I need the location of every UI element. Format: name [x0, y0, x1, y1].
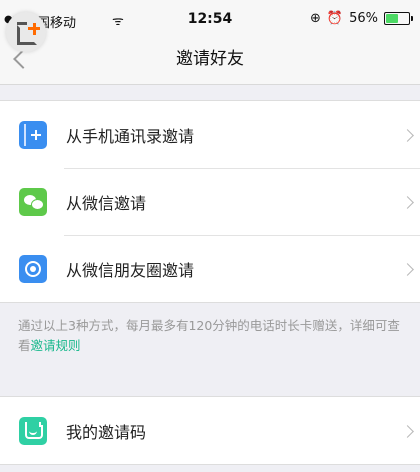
wechat-icon	[19, 188, 47, 216]
moments-icon	[19, 255, 47, 283]
invite-wechat-row[interactable]: 从微信邀请	[0, 168, 420, 235]
my-invite-code-label: 我的邀请码	[66, 423, 147, 442]
rotation-lock-icon: ⊕	[310, 11, 321, 26]
battery-percent: 56%	[349, 11, 378, 26]
invite-code-icon	[19, 417, 47, 445]
plus-icon-vertical	[32, 22, 36, 35]
chevron-right-icon	[401, 129, 414, 142]
chevron-right-icon	[401, 425, 414, 438]
invite-moments-row[interactable]: 从微信朋友圈邀请	[0, 235, 420, 302]
invite-options-group: 从手机通讯录邀请 从微信邀请 从微信朋友圈邀请	[0, 100, 420, 303]
invite-rules-link[interactable]: 邀请规则	[31, 338, 81, 353]
my-code-group: 我的邀请码	[0, 396, 420, 465]
contacts-icon	[19, 121, 47, 149]
alarm-icon: ⏰	[326, 11, 344, 26]
chevron-right-icon	[401, 263, 414, 276]
my-invite-code-row[interactable]: 我的邀请码	[0, 397, 420, 464]
battery-fill	[386, 14, 398, 23]
invite-note: 通过以上3种方式，每月最多有120分钟的电话时长卡赠送，详细可查看邀请规则	[18, 316, 410, 356]
invite-contacts-row[interactable]: 从手机通讯录邀请	[0, 101, 420, 168]
chevron-right-icon	[401, 196, 414, 209]
invite-contacts-label: 从手机通讯录邀请	[66, 127, 195, 146]
page-title: 邀请好友	[176, 49, 244, 69]
status-bar: ●● 中国移动 ᯤ 12:54 ⊕ ⏰ 56%	[0, 0, 420, 38]
status-right: ⊕ ⏰ 56%	[310, 11, 413, 26]
top-bar: ●● 中国移动 ᯤ 12:54 ⊕ ⏰ 56% 邀请好友	[0, 0, 420, 85]
battery-icon	[384, 12, 413, 25]
floating-assistive-button[interactable]	[6, 12, 46, 52]
invite-moments-label: 从微信朋友圈邀请	[66, 261, 195, 280]
invite-wechat-label: 从微信邀请	[66, 194, 147, 213]
